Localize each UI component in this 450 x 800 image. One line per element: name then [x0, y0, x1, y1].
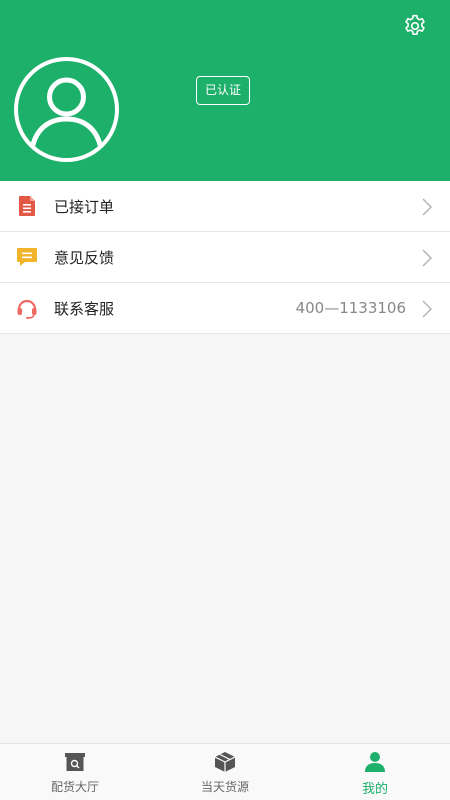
menu-item-orders[interactable]: 已接订单 [0, 181, 450, 232]
menu-item-label: 联系客服 [54, 299, 115, 318]
menu-item-label: 已接订单 [54, 197, 115, 216]
package-icon [213, 751, 237, 773]
bottom-nav: 配货大厅 当天货源 我的 [0, 743, 450, 800]
message-icon [16, 246, 38, 268]
menu-item-feedback[interactable]: 意见反馈 [0, 232, 450, 283]
chevron-right-icon [422, 300, 433, 318]
warehouse-icon [63, 751, 87, 773]
menu-item-customer-service[interactable]: 联系客服 400—1133106 [0, 283, 450, 334]
profile-menu: 已接订单 意见反馈 联系客服 400—1133106 [0, 181, 450, 334]
profile-header: 已认证 [0, 0, 450, 181]
app-root: 已认证 已接订单 意见反馈 联系客服 400—1133106 配货大厅 当天货源… [0, 0, 450, 800]
chevron-right-icon [422, 249, 433, 267]
nav-tab-label: 我的 [361, 782, 388, 797]
service-phone-number[interactable]: 400—1133106 [296, 299, 406, 317]
avatar[interactable] [14, 57, 119, 162]
nav-tab-today-cargo[interactable]: 当天货源 [150, 744, 300, 800]
nav-tab-dispatch-hall[interactable]: 配货大厅 [0, 744, 150, 800]
chevron-right-icon [422, 198, 433, 216]
person-icon [363, 751, 387, 773]
nav-tab-label: 配货大厅 [50, 780, 99, 794]
nav-tab-mine[interactable]: 我的 [300, 744, 450, 800]
gear-icon [405, 14, 425, 35]
verified-badge: 已认证 [196, 76, 251, 105]
document-icon [16, 195, 38, 217]
headset-icon [16, 297, 38, 319]
user-avatar-icon [29, 77, 104, 152]
settings-button[interactable] [402, 13, 428, 39]
menu-item-label: 意见反馈 [54, 248, 115, 267]
nav-tab-label: 当天货源 [200, 780, 249, 794]
